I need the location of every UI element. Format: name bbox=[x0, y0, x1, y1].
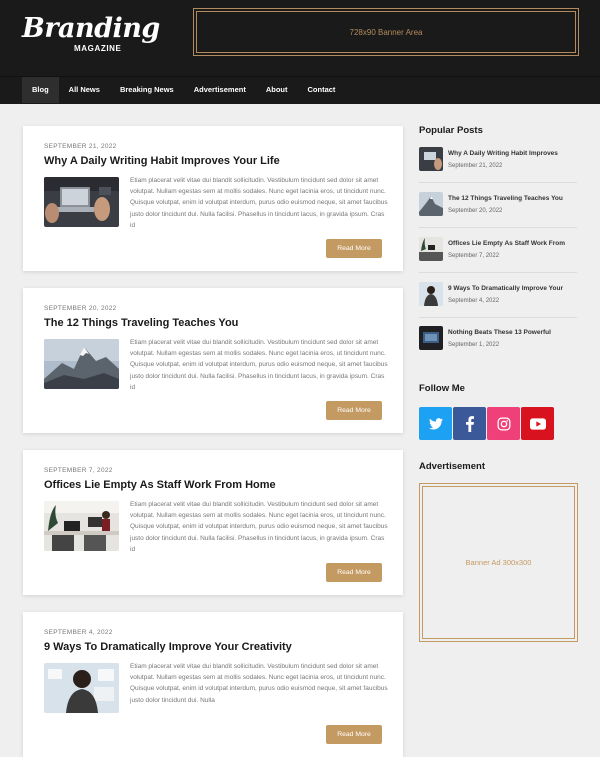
popular-post-title[interactable]: Offices Lie Empty As Staff Work From bbox=[448, 240, 578, 247]
divider bbox=[419, 227, 577, 228]
post-card: SEPTEMBER 20, 2022 The 12 Things Traveli… bbox=[23, 288, 403, 433]
instagram-button[interactable] bbox=[487, 407, 520, 440]
post-date: SEPTEMBER 7, 2022 bbox=[44, 467, 113, 474]
popular-post-date: September 4, 2022 bbox=[448, 298, 500, 304]
popular-posts-heading: Popular Posts bbox=[419, 125, 483, 136]
popular-post-title[interactable]: The 12 Things Traveling Teaches You bbox=[448, 195, 578, 202]
popular-post-item[interactable]: Nothing Beats These 13 Powerful Septembe… bbox=[419, 326, 577, 371]
banner-text: 728x90 Banner Area bbox=[349, 27, 423, 37]
twitter-button[interactable] bbox=[419, 407, 452, 440]
logo-sub-text: MAGAZINE bbox=[74, 44, 122, 53]
popular-post-title[interactable]: Why A Daily Writing Habit Improves bbox=[448, 150, 578, 157]
post-title[interactable]: Why A Daily Writing Habit Improves Your … bbox=[44, 155, 280, 167]
popular-post-item[interactable]: The 12 Things Traveling Teaches You Sept… bbox=[419, 192, 577, 237]
popular-post-item[interactable]: 9 Ways To Dramatically Improve Your Sept… bbox=[419, 282, 577, 327]
twitter-icon bbox=[428, 417, 443, 429]
nav-item-all-news[interactable]: All News bbox=[59, 77, 110, 103]
post-card: SEPTEMBER 21, 2022 Why A Daily Writing H… bbox=[23, 126, 403, 271]
post-excerpt: Etiam placerat velit vitae dui blandit s… bbox=[130, 177, 388, 229]
post-title[interactable]: Offices Lie Empty As Staff Work From Hom… bbox=[44, 479, 276, 491]
popular-post-date: September 7, 2022 bbox=[448, 253, 500, 259]
read-more-button[interactable]: Read More bbox=[326, 725, 382, 744]
instagram-icon bbox=[497, 417, 510, 430]
popular-post-thumb[interactable] bbox=[419, 282, 443, 306]
header-banner-ad[interactable]: 728x90 Banner Area bbox=[193, 8, 579, 56]
facebook-button[interactable] bbox=[453, 407, 486, 440]
post-title[interactable]: 9 Ways To Dramatically Improve Your Crea… bbox=[44, 641, 292, 653]
logo-main-text: Branding bbox=[22, 13, 160, 44]
popular-post-thumb[interactable] bbox=[419, 192, 443, 216]
popular-post-title[interactable]: Nothing Beats These 13 Powerful bbox=[448, 329, 578, 336]
main-navigation: Blog All News Breaking News Advertisemen… bbox=[0, 76, 600, 104]
popular-post-title[interactable]: 9 Ways To Dramatically Improve Your bbox=[448, 285, 578, 292]
post-excerpt: Etiam placerat velit vitae dui blandit s… bbox=[130, 501, 388, 553]
mountain-image[interactable] bbox=[44, 339, 119, 389]
follow-me-heading: Follow Me bbox=[419, 383, 465, 394]
read-more-button[interactable]: Read More bbox=[326, 563, 382, 582]
popular-post-thumb[interactable] bbox=[419, 147, 443, 171]
popular-post-item[interactable]: Offices Lie Empty As Staff Work From Sep… bbox=[419, 237, 577, 282]
nav-item-contact[interactable]: Contact bbox=[298, 77, 346, 103]
office-image[interactable] bbox=[44, 501, 119, 551]
youtube-button[interactable] bbox=[521, 407, 554, 440]
creative-image[interactable] bbox=[44, 663, 119, 713]
post-card: SEPTEMBER 4, 2022 9 Ways To Dramatically… bbox=[23, 612, 403, 757]
laptop-image[interactable] bbox=[44, 177, 119, 227]
post-title[interactable]: The 12 Things Traveling Teaches You bbox=[44, 317, 238, 329]
read-more-button[interactable]: Read More bbox=[326, 239, 382, 258]
popular-post-date: September 20, 2022 bbox=[448, 208, 503, 214]
popular-post-date: September 21, 2022 bbox=[448, 163, 503, 169]
post-date: SEPTEMBER 21, 2022 bbox=[44, 143, 117, 150]
divider bbox=[419, 182, 577, 183]
site-header: Branding MAGAZINE 728x90 Banner Area bbox=[0, 0, 600, 76]
popular-post-thumb[interactable] bbox=[419, 237, 443, 261]
post-date: SEPTEMBER 4, 2022 bbox=[44, 629, 113, 636]
advertisement-heading: Advertisement bbox=[419, 461, 485, 472]
post-date: SEPTEMBER 20, 2022 bbox=[44, 305, 117, 312]
post-card: SEPTEMBER 7, 2022 Offices Lie Empty As S… bbox=[23, 450, 403, 595]
nav-item-advertisement[interactable]: Advertisement bbox=[184, 77, 256, 103]
nav-item-about[interactable]: About bbox=[256, 77, 298, 103]
post-excerpt: Etiam placerat velit vitae dui blandit s… bbox=[130, 339, 388, 391]
youtube-icon bbox=[529, 417, 546, 430]
popular-post-item[interactable]: Why A Daily Writing Habit Improves Septe… bbox=[419, 147, 577, 192]
read-more-button[interactable]: Read More bbox=[326, 401, 382, 420]
facebook-icon bbox=[465, 415, 474, 432]
sidebar-banner-ad[interactable]: Banner Ad 300x300 bbox=[419, 483, 578, 642]
nav-item-breaking-news[interactable]: Breaking News bbox=[110, 77, 184, 103]
popular-post-thumb[interactable] bbox=[419, 326, 443, 350]
divider bbox=[419, 272, 577, 273]
nav-item-blog[interactable]: Blog bbox=[22, 76, 59, 103]
site-logo[interactable]: Branding MAGAZINE bbox=[22, 13, 160, 58]
popular-post-date: September 1, 2022 bbox=[448, 342, 500, 348]
post-excerpt: Etiam placerat velit vitae dui blandit s… bbox=[130, 663, 388, 704]
ad-text: Banner Ad 300x300 bbox=[465, 558, 532, 567]
divider bbox=[419, 317, 577, 318]
